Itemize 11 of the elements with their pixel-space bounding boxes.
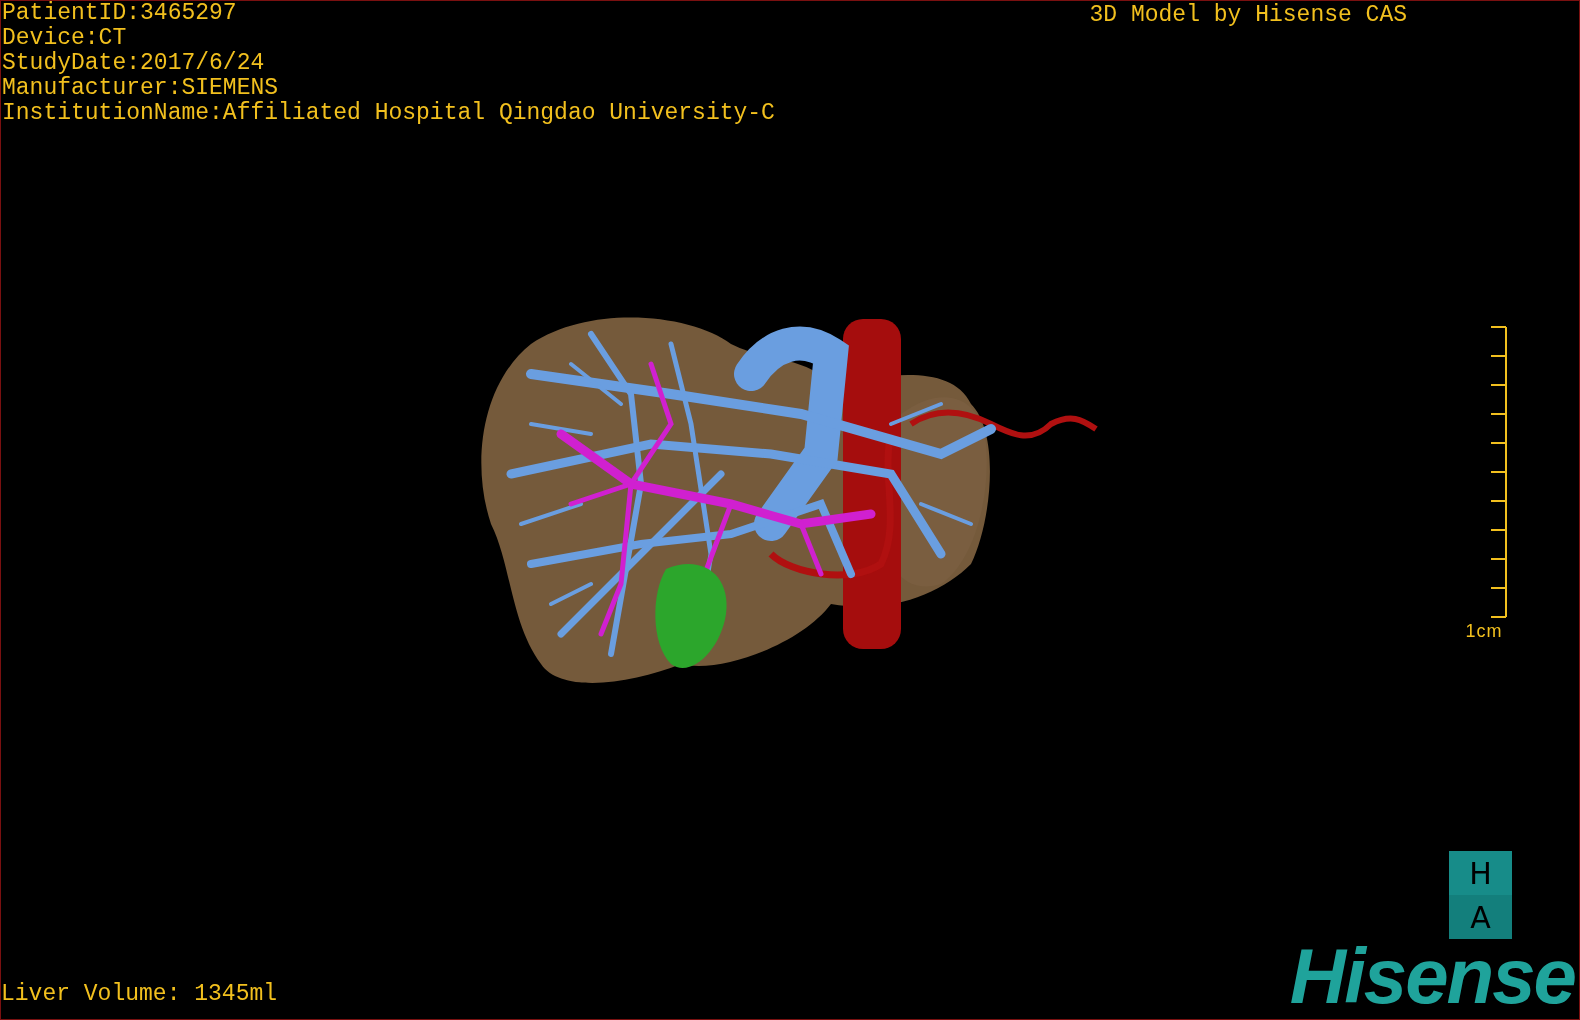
study-info-text: InstitutionName:Affiliated Hospital Qingdao University-C	[2, 101, 775, 126]
study-info-text: StudyDate:2017/6/24	[2, 51, 266, 76]
scale-label: 1cm	[1465, 621, 1503, 642]
orientation-label: A	[1449, 895, 1512, 939]
liver-volume-text: Liver Volume: 1345ml	[1, 982, 278, 1009]
study-info-text: Device:CT	[2, 26, 128, 51]
study-info-text: PatientID:3465297	[2, 1, 238, 26]
orientation-label: H	[1449, 851, 1512, 895]
study-info-text: Manufacturer:SIEMENS	[2, 76, 280, 101]
brand-logo: Hisense	[1289, 939, 1575, 1013]
viewer-title: 3D Model by Hisense CAS	[1089, 3, 1407, 28]
